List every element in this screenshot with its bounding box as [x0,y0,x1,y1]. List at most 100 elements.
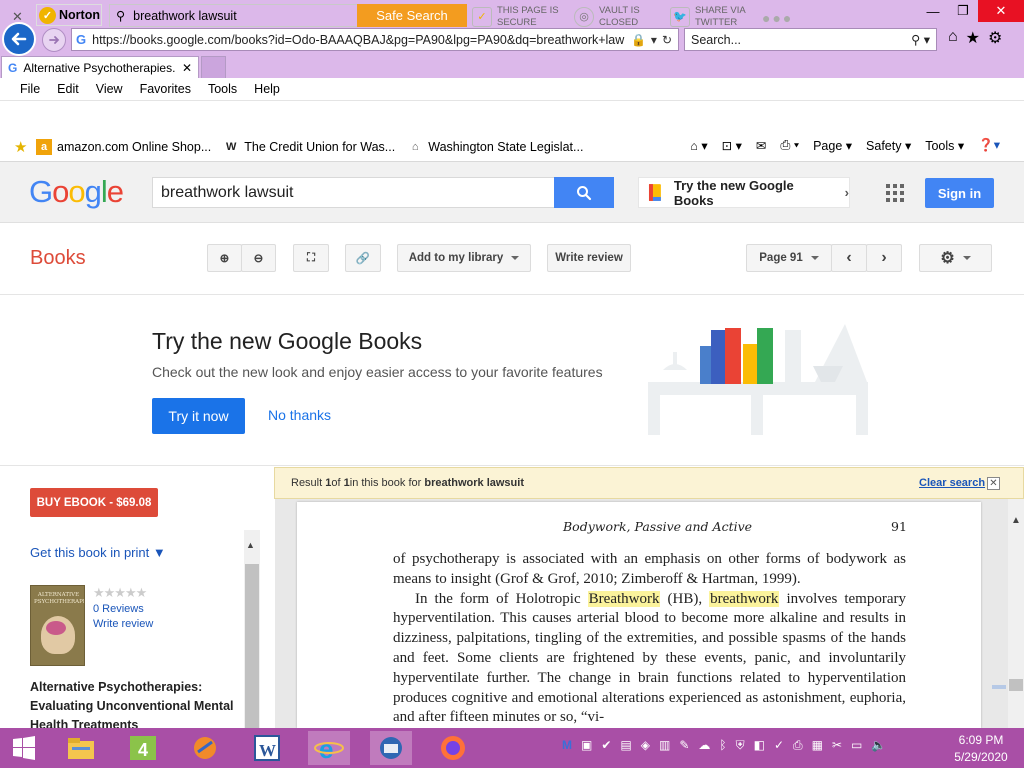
thunderbird-icon[interactable] [370,731,412,765]
apps-grid-icon[interactable] [886,184,904,202]
menu-edit[interactable]: Edit [57,82,88,96]
page-select[interactable]: Page 91 [746,244,832,272]
tray-app-icon[interactable]: ◧ [754,738,765,753]
search-icon[interactable]: ⚲ ▾ [911,32,930,47]
sidebar-scrollbar[interactable]: ▲ [244,530,260,728]
address-bar[interactable]: G https://books.google.com/books?id=Odo-… [71,28,679,51]
try-new-books-button[interactable]: Try the new Google Books › [638,177,850,208]
volume-icon[interactable]: 🔈 [871,738,886,753]
page-secure-indicator[interactable]: ✓ THIS PAGE IS SECURE [472,4,559,30]
try-it-now-button[interactable]: Try it now [152,398,245,434]
zoom-out-button[interactable]: ⊖ [241,244,276,272]
more-icon[interactable]: ●●● [762,10,793,26]
menu-tools[interactable]: Tools [208,82,246,96]
minimize-button[interactable]: — [918,0,948,22]
buy-ebook-button[interactable]: BUY EBOOK - $69.08 [30,488,158,517]
tray-app-icon[interactable]: ✔ [601,738,611,753]
file-explorer-icon[interactable] [60,731,102,765]
close-tab-icon[interactable]: ✕ [182,61,192,75]
write-review-link[interactable]: Write review [93,618,153,630]
favorites-star-icon[interactable]: ★ [966,28,980,48]
tray-app-icon[interactable]: ▦ [812,738,823,753]
vault-indicator[interactable]: ◎ VAULT IS CLOSED [574,4,640,30]
menu-file[interactable]: File [20,82,49,96]
browser-search-box[interactable]: Search... ⚲ ▾ [684,28,937,51]
close-toolbar-icon[interactable]: ✕ [12,9,23,25]
menu-help[interactable]: Help [254,82,289,96]
viewer-scrollbar[interactable]: ▲ [1008,499,1024,728]
bluetooth-icon[interactable]: ᛒ [719,738,726,753]
clear-search-link[interactable]: Clear search [919,477,985,489]
settings-gear-icon[interactable]: ⚙ [988,28,1002,48]
add-to-library-button[interactable]: Add to my library [397,244,531,272]
share-twitter-button[interactable]: 🐦 SHARE VIA TWITTER [670,4,746,30]
dropdown-icon[interactable]: ▾ [651,33,657,47]
sign-in-button[interactable]: Sign in [925,178,994,208]
google-logo[interactable]: Google [29,174,124,210]
scroll-thumb[interactable] [1009,679,1023,691]
address-url[interactable]: https://books.google.com/books?id=Odo-BA… [92,33,625,47]
page-menu[interactable]: Page ▾ [813,138,852,153]
close-icon[interactable]: ✕ [987,477,1000,490]
maximize-button[interactable]: ❐ [948,0,978,22]
home-icon[interactable]: ⌂ [948,28,958,48]
scroll-thumb[interactable] [245,564,259,728]
norton-search-input[interactable]: ⚲ breathwork lawsuit [109,4,358,27]
rating-stars[interactable]: ★★★★★ [93,585,147,601]
scroll-up-icon[interactable]: ▲ [246,540,255,550]
clock-time[interactable]: 6:09 PM [951,733,1011,747]
network-icon[interactable]: ▭ [851,738,862,753]
forward-button[interactable] [42,28,66,52]
favorite-amazon[interactable]: a amazon.com Online Shop... [36,139,211,155]
fullscreen-button[interactable]: ⛶ [293,244,329,272]
no-thanks-link[interactable]: No thanks [268,407,331,423]
mail-icon[interactable]: ✉ [756,138,766,153]
zoom-in-button[interactable]: ⊕ [207,244,242,272]
tray-app-icon[interactable]: ☁ [698,738,710,753]
write-review-button[interactable]: Write review [547,244,631,272]
tray-app-icon[interactable]: ✎ [679,738,689,753]
settings-button[interactable]: ⚙ [919,244,992,272]
next-page-button[interactable]: › [866,244,902,272]
quickbooks-icon[interactable]: 4 [122,731,164,765]
new-tab-button[interactable] [201,56,226,78]
scroll-up-icon[interactable]: ▲ [1011,515,1021,526]
tray-app-icon[interactable]: ◈ [641,738,650,753]
menu-view[interactable]: View [96,82,132,96]
google-search-input[interactable]: breathwork lawsuit [152,177,555,208]
books-title[interactable]: Books [30,247,86,270]
app-icon-paint[interactable] [184,731,226,765]
feeds-icon[interactable]: ⊡ ▾ [722,138,742,153]
tray-app-icon[interactable]: ✂ [832,738,842,753]
tools-menu[interactable]: Tools ▾ [925,138,964,153]
home-icon[interactable]: ⌂ ▾ [690,138,707,153]
result-marker[interactable] [992,685,1006,689]
tray-app-icon[interactable]: ✓ [774,738,784,753]
close-window-button[interactable]: ✕ [978,0,1024,22]
safe-search-button[interactable]: Safe Search [357,4,467,27]
tray-app-icon[interactable]: ▣ [581,738,592,753]
get-book-in-print-link[interactable]: Get this book in print ▼ [30,545,166,560]
favorite-credit-union[interactable]: W The Credit Union for Was... [223,139,395,155]
norton-logo[interactable]: ✓ Norton [36,4,102,26]
safety-menu[interactable]: Safety ▾ [866,138,911,153]
tray-app-icon[interactable]: ▤ [620,738,631,753]
link-button[interactable]: 🔗 [345,244,381,272]
previous-page-button[interactable]: ‹ [831,244,867,272]
firefox-icon[interactable] [432,731,474,765]
google-search-button[interactable] [554,177,614,208]
internet-explorer-icon[interactable]: e [308,731,350,765]
print-icon[interactable]: ⎙ ▾ [780,138,799,153]
refresh-icon[interactable]: ↻ [662,33,672,47]
favorite-wa-legislature[interactable]: ⌂ Washington State Legislat... [407,139,584,155]
reviews-link[interactable]: 0 Reviews [93,603,144,615]
book-title[interactable]: Alternative Psychotherapies: Evaluating … [30,678,240,735]
clock-date[interactable]: 5/29/2020 [951,750,1011,764]
start-button[interactable] [3,731,45,765]
tray-app-icon[interactable]: ⛨ [736,738,745,753]
menu-favorites[interactable]: Favorites [140,82,200,96]
tab-active[interactable]: G Alternative Psychotherapies... ✕ [1,56,199,78]
tray-app-icon[interactable]: ▥ [659,738,670,753]
word-icon[interactable]: W [246,731,288,765]
malwarebytes-icon[interactable]: M [562,738,572,753]
